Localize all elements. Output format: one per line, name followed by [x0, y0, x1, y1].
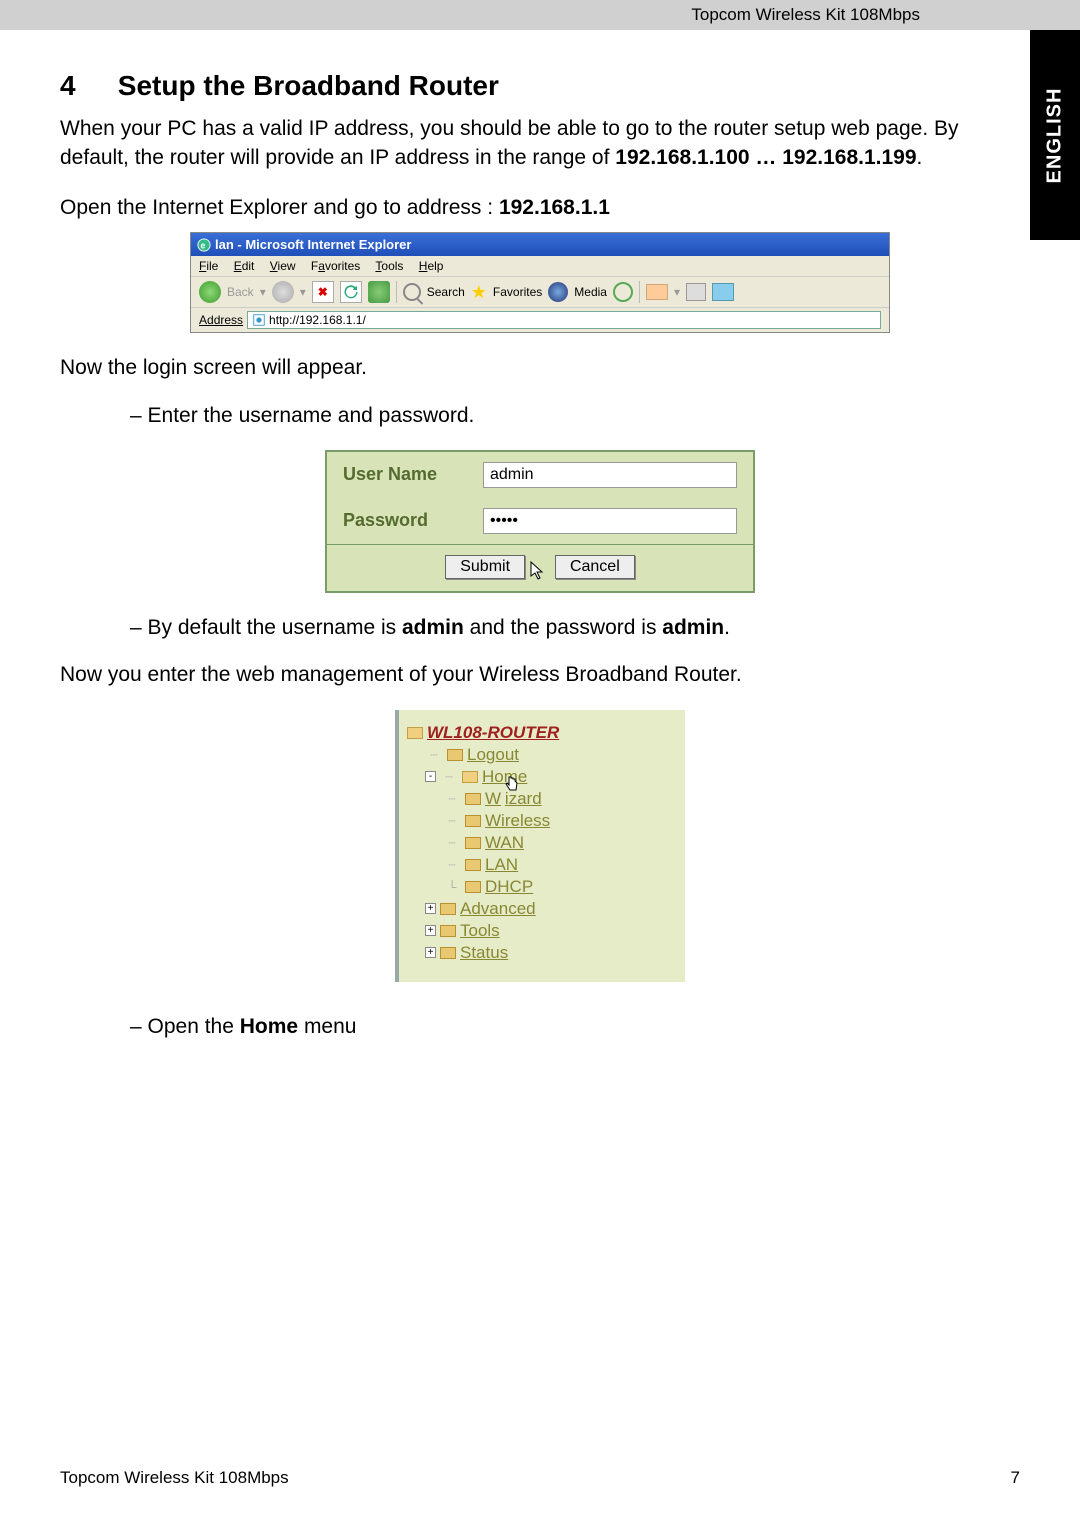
enter-web-mgmt-text: Now you enter the web management of your… — [60, 660, 1020, 689]
tree-dhcp[interactable]: └ DHCP — [407, 876, 677, 898]
menu-edit[interactable]: Edit — [234, 259, 255, 273]
tree-wizard[interactable]: ┈ Wiizard — [407, 788, 677, 810]
ie-logo-icon: e — [197, 238, 211, 252]
folder-icon — [465, 859, 481, 871]
tree-logout[interactable]: ┈ Logout — [407, 744, 677, 766]
history-icon[interactable] — [613, 282, 633, 302]
folder-icon — [465, 837, 481, 849]
ie-window: e lan - Microsoft Internet Explorer File… — [190, 232, 890, 333]
tree-tools[interactable]: + Tools — [407, 920, 677, 942]
folder-icon — [465, 881, 481, 893]
hand-cursor-icon — [504, 775, 520, 795]
tree-lan[interactable]: ┈ LAN — [407, 854, 677, 876]
ie-addressbar: Address http://192.168.1.1/ — [191, 308, 889, 332]
top-header: Topcom Wireless Kit 108Mbps — [0, 0, 1080, 30]
language-tab: ENGLISH — [1030, 30, 1080, 240]
menu-view[interactable]: View — [270, 259, 296, 273]
print-icon[interactable] — [686, 283, 706, 301]
page-footer: Topcom Wireless Kit 108Mbps 7 — [60, 1468, 1020, 1488]
stop-icon[interactable]: ✖ — [312, 281, 334, 303]
expand-icon[interactable]: + — [425, 947, 436, 958]
media-label[interactable]: Media — [574, 285, 607, 299]
folder-icon — [440, 947, 456, 959]
favorites-label[interactable]: Favorites — [493, 285, 542, 299]
folder-icon — [447, 749, 463, 761]
ie-menubar[interactable]: File Edit View Favorites Tools Help — [191, 256, 889, 277]
favorites-icon[interactable]: ★ — [471, 282, 487, 303]
address-url: http://192.168.1.1/ — [269, 313, 366, 327]
tree-wireless[interactable]: ┈ Wireless — [407, 810, 677, 832]
page-number: 7 — [1011, 1468, 1020, 1488]
section-heading: 4 Setup the Broadband Router — [60, 70, 1020, 102]
address-input[interactable]: http://192.168.1.1/ — [247, 311, 881, 329]
bullet-default-credentials: – By default the username is admin and t… — [130, 613, 1020, 642]
tree-status[interactable]: + Status — [407, 942, 677, 964]
cancel-button[interactable]: Cancel — [555, 555, 635, 579]
refresh-icon[interactable] — [340, 281, 362, 303]
login-panel: User Name Password Submit Cancel — [325, 450, 755, 593]
search-label[interactable]: Search — [427, 285, 465, 299]
menu-tools[interactable]: Tools — [375, 259, 403, 273]
password-row: Password — [327, 498, 753, 544]
edit-icon[interactable] — [712, 283, 734, 301]
open-ie-paragraph: Open the Internet Explorer and go to add… — [60, 193, 1020, 222]
expand-icon[interactable]: + — [425, 903, 436, 914]
ie-titlebar: e lan - Microsoft Internet Explorer — [191, 233, 889, 256]
folder-open-icon — [407, 727, 423, 739]
ie-title-text: lan - Microsoft Internet Explorer — [215, 237, 411, 252]
cursor-icon — [530, 561, 546, 581]
tree-wan[interactable]: ┈ WAN — [407, 832, 677, 854]
expand-icon[interactable]: + — [425, 925, 436, 936]
back-icon[interactable] — [199, 281, 221, 303]
search-icon[interactable] — [403, 283, 421, 301]
media-icon[interactable] — [548, 282, 568, 302]
page-icon — [252, 313, 266, 327]
folder-icon — [465, 793, 481, 805]
ie-toolbar: Back ▾ ▾ ✖ Search ★ Favorites Media ▾ — [191, 277, 889, 308]
bullet-open-home: – Open the Home menu — [130, 1012, 1020, 1041]
footer-product: Topcom Wireless Kit 108Mbps — [60, 1468, 289, 1488]
section-number: 4 — [60, 70, 110, 102]
language-label: ENGLISH — [1044, 87, 1067, 183]
password-input[interactable] — [483, 508, 737, 534]
tree-advanced[interactable]: + Advanced — [407, 898, 677, 920]
svg-text:e: e — [201, 240, 206, 250]
tree-home[interactable]: - ┈ Home — [407, 766, 677, 788]
submit-button[interactable]: Submit — [445, 555, 525, 579]
login-appear-text: Now the login screen will appear. — [60, 353, 1020, 382]
username-row: User Name — [327, 452, 753, 498]
nav-tree: WL108-ROUTER ┈ Logout - ┈ Home ┈ Wiizard… — [395, 710, 685, 982]
folder-icon — [465, 815, 481, 827]
intro-paragraph: When your PC has a valid IP address, you… — [60, 114, 1020, 173]
username-label: User Name — [343, 464, 483, 485]
bullet-enter-credentials: – Enter the username and password. — [130, 401, 1020, 430]
menu-help[interactable]: Help — [419, 259, 444, 273]
home-icon[interactable] — [368, 281, 390, 303]
folder-icon — [440, 903, 456, 915]
mail-icon[interactable] — [646, 284, 668, 300]
tree-root[interactable]: WL108-ROUTER — [407, 722, 677, 744]
product-name: Topcom Wireless Kit 108Mbps — [691, 5, 920, 25]
menu-file[interactable]: File — [199, 259, 218, 273]
menu-favorites[interactable]: Favorites — [311, 259, 360, 273]
folder-icon — [440, 925, 456, 937]
section-title: Setup the Broadband Router — [118, 70, 499, 101]
forward-icon[interactable] — [272, 281, 294, 303]
folder-open-icon — [462, 771, 478, 783]
username-input[interactable] — [483, 462, 737, 488]
login-buttons-row: Submit Cancel — [327, 544, 753, 591]
collapse-icon[interactable]: - — [425, 771, 436, 782]
back-label[interactable]: Back — [227, 285, 254, 299]
password-label: Password — [343, 510, 483, 531]
